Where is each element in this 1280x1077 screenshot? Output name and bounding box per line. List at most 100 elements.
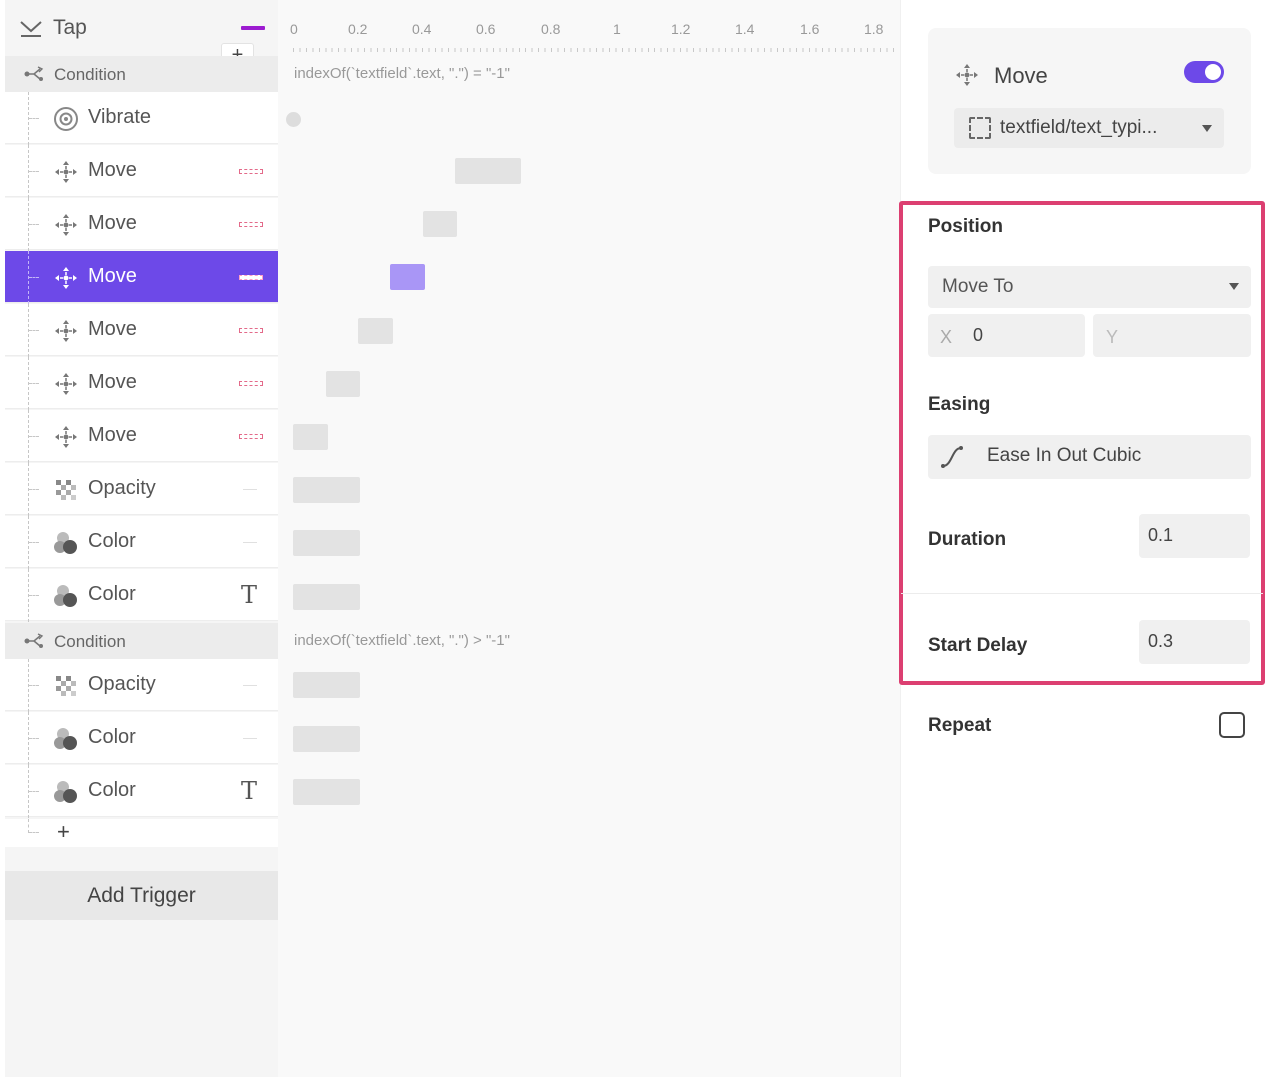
y-placeholder: Y [1106, 327, 1119, 347]
action-row-color[interactable]: Color [5, 712, 278, 765]
action-label: Move [88, 159, 137, 181]
duration-input[interactable]: 0.1 [1139, 514, 1250, 558]
action-label: Move [88, 371, 137, 393]
action-row-move[interactable]: Move [5, 145, 278, 198]
easing-indicator [239, 381, 263, 386]
action-enabled-toggle[interactable] [1184, 61, 1224, 83]
timeline-bar-move[interactable] [293, 424, 328, 450]
timeline-bar-color[interactable] [293, 779, 360, 805]
timeline-bar-opacity[interactable] [293, 477, 360, 503]
timeline-bar-move-selected[interactable] [390, 264, 425, 290]
timeline-ruler[interactable] [293, 44, 897, 52]
x-value: 0 [973, 325, 984, 345]
color-icon [54, 728, 77, 750]
trigger-color-swatch [241, 26, 265, 30]
duration-label: Duration [928, 529, 1007, 550]
vibrate-icon [54, 107, 78, 131]
action-label: Opacity [88, 477, 156, 499]
timeline-bar-move[interactable] [423, 211, 457, 237]
easing-indicator [243, 542, 257, 543]
easing-indicator [243, 489, 257, 490]
properties-panel: Move textfield/text_typi... Position Mov… [899, 0, 1280, 1077]
action-label: Color [88, 726, 136, 748]
position-mode-dropdown[interactable]: Move To [928, 266, 1251, 308]
add-trigger-button[interactable]: Add Trigger [5, 871, 278, 920]
condition-branch-icon [24, 633, 44, 648]
action-row-move-selected[interactable]: Move [5, 251, 278, 304]
add-action-button[interactable]: + [57, 819, 70, 845]
section-divider [901, 593, 1263, 594]
action-row-opacity[interactable]: Opacity [5, 463, 278, 516]
condition-row-1[interactable]: Condition [5, 56, 278, 92]
tap-trigger-icon [20, 21, 42, 37]
condition-expression: indexOf(`textfield`.text, ".") > "-1" [294, 632, 510, 649]
chevron-down-icon [1229, 283, 1239, 290]
start-delay-value: 0.3 [1148, 631, 1174, 651]
action-label: Color [88, 530, 136, 552]
timeline-bar-move[interactable] [455, 158, 521, 184]
timeline-bar-color[interactable] [293, 530, 360, 556]
easing-label: Easing [928, 394, 991, 415]
condition-row-2[interactable]: Condition [5, 623, 278, 659]
action-row-move[interactable]: Move [5, 198, 278, 251]
ruler-label: 1 [613, 21, 621, 37]
action-row-color[interactable]: Color [5, 516, 278, 569]
color-icon [54, 585, 77, 607]
move-icon [55, 426, 77, 448]
trigger-tap[interactable]: Tap + [5, 0, 278, 69]
action-row-vibrate[interactable]: Vibrate [5, 92, 278, 145]
action-label: Move [88, 212, 137, 234]
opacity-icon [56, 676, 76, 696]
x-position-field[interactable]: X 0 [928, 314, 1085, 357]
repeat-label: Repeat [928, 715, 992, 736]
action-label: Move [88, 265, 137, 287]
easing-indicator [239, 222, 263, 227]
y-position-field[interactable]: Y [1093, 314, 1251, 357]
move-icon [956, 64, 978, 86]
ruler-label: 1.6 [800, 21, 820, 37]
action-label: Color [88, 583, 136, 605]
move-icon [55, 214, 77, 236]
trigger-label: Tap [53, 16, 87, 39]
action-row-move[interactable]: Move [5, 357, 278, 410]
target-layer-select[interactable]: textfield/text_typi... [954, 108, 1224, 148]
timeline-vibrate-marker[interactable] [286, 112, 301, 127]
easing-dropdown[interactable]: Ease In Out Cubic [928, 435, 1251, 479]
easing-value: Ease In Out Cubic [987, 445, 1142, 466]
repeat-checkbox[interactable] [1219, 712, 1245, 738]
chevron-down-icon [1202, 125, 1212, 132]
action-row-color-text[interactable]: Color T [5, 569, 278, 622]
duration-value: 0.1 [1148, 525, 1174, 545]
ruler-label: 0.2 [348, 21, 368, 37]
action-row-move[interactable]: Move [5, 304, 278, 357]
easing-indicator [243, 738, 257, 739]
timeline-bar-move[interactable] [358, 318, 393, 344]
move-icon [55, 373, 77, 395]
action-label: Color [88, 779, 136, 801]
timeline-bar-color[interactable] [293, 584, 360, 610]
start-delay-input[interactable]: 0.3 [1139, 620, 1250, 664]
ruler-label: 0.6 [476, 21, 496, 37]
ruler-label: 0 [290, 21, 298, 37]
start-delay-label: Start Delay [928, 635, 1028, 656]
action-title: Move [994, 63, 1048, 88]
timeline-bar-move[interactable] [326, 371, 360, 397]
condition-label: Condition [54, 65, 126, 84]
action-row-color-text[interactable]: Color T [5, 765, 278, 818]
action-header-card: Move textfield/text_typi... [928, 28, 1251, 174]
condition-branch-icon [24, 66, 44, 81]
timeline-bar-opacity[interactable] [293, 672, 360, 698]
action-row-opacity[interactable]: Opacity [5, 659, 278, 712]
position-label: Position [928, 216, 1003, 237]
easing-indicator [239, 328, 263, 333]
timeline-bar-color[interactable] [293, 726, 360, 752]
action-row-move[interactable]: Move [5, 410, 278, 463]
ruler-label: 1.8 [864, 21, 884, 37]
ruler-label: 0.8 [541, 21, 561, 37]
action-label: Vibrate [88, 106, 152, 128]
move-icon [55, 267, 77, 289]
layer-selection-icon [969, 117, 991, 139]
position-mode-value: Move To [942, 276, 1014, 297]
move-icon [55, 320, 77, 342]
condition-label: Condition [54, 632, 126, 651]
